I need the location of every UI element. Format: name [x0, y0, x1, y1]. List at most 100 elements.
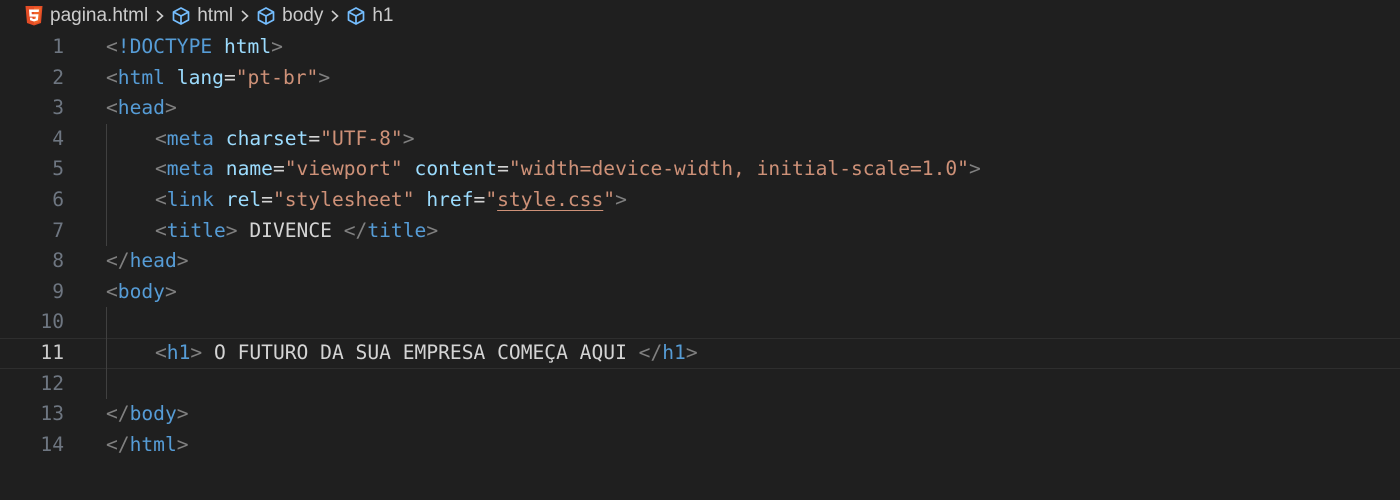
- code-token-txt: =: [261, 187, 273, 211]
- code-line[interactable]: 14 </html>: [0, 430, 1400, 461]
- breadcrumb-item-h1[interactable]: h1: [346, 5, 393, 27]
- breadcrumb-item-html[interactable]: html: [171, 5, 233, 27]
- code-token-attr: html: [223, 35, 272, 58]
- code-token-br: >: [176, 402, 189, 426]
- code-token-tag: h1: [166, 340, 191, 364]
- code-token-str: "stylesheet": [272, 187, 415, 211]
- line-number: 10: [40, 310, 64, 334]
- chevron-right-icon: [330, 9, 340, 23]
- code-line[interactable]: 3 <head>: [0, 93, 1400, 124]
- chevron-right-icon: [240, 9, 250, 23]
- line-number: 9: [52, 279, 64, 303]
- code-line[interactable]: 9 <body>: [0, 277, 1400, 308]
- code-line-content: <head>: [106, 93, 177, 124]
- code-line[interactable]: 7 <title> DIVENCE </title>: [0, 216, 1400, 247]
- code-token-br: </: [638, 340, 663, 364]
- line-number: 2: [52, 65, 64, 89]
- code-editor[interactable]: pagina.html html body h1 1 <!DOCTYPE htm…: [0, 0, 1400, 500]
- code-token-br: <: [155, 126, 167, 150]
- code-line[interactable]: 4 <meta charset="UTF-8">: [0, 124, 1400, 155]
- code-token-br: >: [402, 126, 415, 150]
- code-line-content: <link rel="stylesheet" href="style.css">: [155, 185, 627, 216]
- breadcrumb-file-label: pagina.html: [50, 5, 149, 26]
- code-token-txt: =: [473, 187, 486, 211]
- code-line[interactable]: 6 <link rel="stylesheet" href="style.css"…: [0, 185, 1400, 216]
- code-line-content: </body>: [106, 399, 189, 430]
- code-token-txt: O FUTURO DA SUA EMPRESA COMEÇA AQUI: [202, 340, 639, 364]
- code-token-tag: link: [166, 187, 214, 211]
- indent-guide: [106, 123, 107, 247]
- code-line-content: <meta charset="UTF-8">: [155, 124, 415, 155]
- code-token-str: "pt-br": [235, 65, 319, 89]
- code-token-br: >: [164, 96, 177, 120]
- code-line[interactable]: 2 <html lang="pt-br">: [0, 63, 1400, 94]
- code-token-txt: =: [223, 65, 236, 89]
- line-number: 13: [40, 402, 64, 426]
- breadcrumb-file[interactable]: pagina.html: [24, 5, 148, 27]
- code-token-br: </: [343, 218, 368, 242]
- code-token-str: ": [485, 187, 498, 211]
- code-token-txt: =: [272, 157, 285, 181]
- line-number: 12: [40, 371, 64, 395]
- code-line[interactable]: 11 <h1> O FUTURO DA SUA EMPRESA COMEÇA AQ…: [0, 337, 1400, 369]
- code-token-tag: meta: [166, 126, 214, 150]
- code-line[interactable]: 1 <!DOCTYPE html>: [0, 32, 1400, 63]
- line-number: 14: [40, 432, 64, 456]
- code-token-link[interactable]: style.css: [497, 188, 603, 211]
- code-token-br: >: [615, 187, 627, 211]
- code-token-attr: name: [225, 157, 273, 181]
- code-token-tag: head: [129, 249, 177, 273]
- code-area[interactable]: 1 <!DOCTYPE html> 2 <html lang="pt-br"> 3 <he…: [0, 32, 1400, 460]
- code-line-content: </html>: [106, 430, 189, 461]
- code-line[interactable]: 5 <meta name="viewport" content="width=de…: [0, 154, 1400, 185]
- code-token-br: <: [106, 35, 118, 58]
- code-line-content: </head>: [106, 246, 189, 277]
- code-token-tag: meta: [166, 157, 214, 181]
- code-token-br: <: [155, 218, 167, 242]
- code-token-br: >: [225, 218, 238, 242]
- code-token-tag: html: [117, 65, 165, 89]
- code-token-br: >: [176, 432, 189, 456]
- code-token-tag: head: [117, 96, 165, 120]
- code-token-br: <: [155, 340, 167, 364]
- symbol-element-icon: [346, 6, 366, 26]
- code-token-attr: rel: [225, 187, 262, 211]
- code-token-br: >: [271, 35, 283, 58]
- code-line[interactable]: 12: [0, 369, 1400, 400]
- code-token-br: >: [164, 279, 177, 303]
- code-line[interactable]: 8 </head>: [0, 246, 1400, 277]
- code-token-br: >: [190, 340, 203, 364]
- code-token-str: "viewport": [284, 157, 403, 181]
- code-line[interactable]: 10: [0, 307, 1400, 338]
- code-token-br: <: [106, 65, 118, 89]
- code-token-str: "width=device-width, initial-scale=1.0": [508, 157, 969, 181]
- code-token-attr: lang: [176, 65, 224, 89]
- code-token-txt: =: [308, 126, 321, 150]
- code-token-br: >: [968, 157, 981, 181]
- breadcrumb: pagina.html html body h1: [24, 0, 393, 32]
- breadcrumb-item-body[interactable]: body: [256, 5, 323, 27]
- code-line[interactable]: 13 </body>: [0, 399, 1400, 430]
- code-token-br: <: [106, 96, 118, 120]
- symbol-element-icon: [171, 6, 191, 26]
- code-token-attr: href: [426, 187, 474, 211]
- code-token-br: >: [426, 218, 439, 242]
- code-token-br: </: [106, 432, 130, 456]
- code-token-str: "UTF-8": [320, 126, 403, 150]
- code-line-content: <title> DIVENCE </title>: [155, 216, 438, 247]
- breadcrumb-item-label: body: [282, 5, 324, 26]
- symbol-element-icon: [256, 6, 276, 26]
- code-token-br: <: [155, 187, 167, 211]
- line-number: 4: [52, 126, 64, 150]
- code-token-txt: =: [497, 157, 509, 181]
- code-token-txt: DIVENCE: [237, 218, 344, 242]
- code-token-tag: title: [166, 218, 226, 242]
- line-number: 5: [52, 157, 64, 181]
- code-token-br: </: [106, 249, 130, 273]
